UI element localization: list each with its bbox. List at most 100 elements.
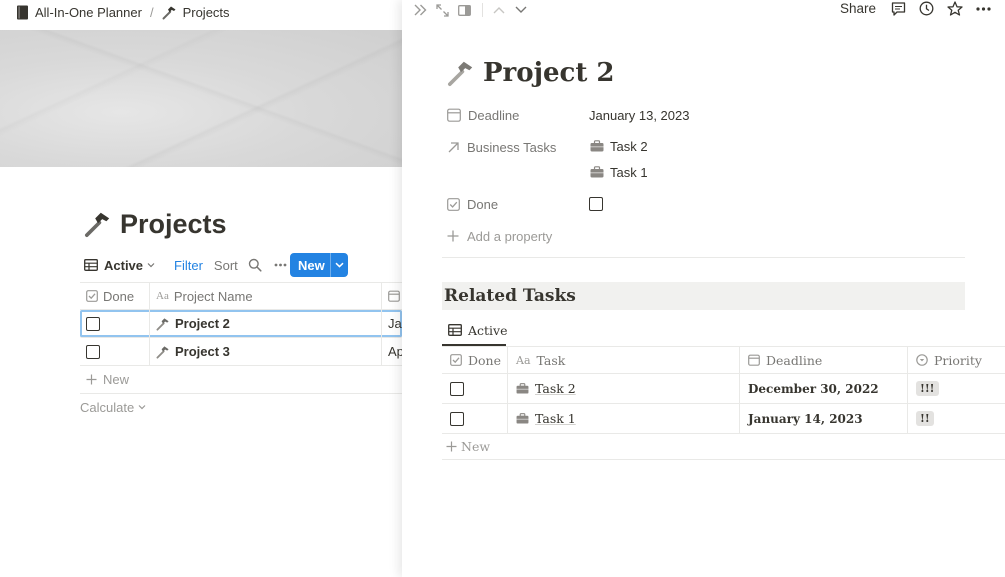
deadline-value[interactable]: January 13, 2023 bbox=[589, 108, 689, 123]
notebook-icon bbox=[16, 5, 29, 20]
comment-icon[interactable] bbox=[891, 1, 906, 16]
database-view-bar: Active Filter Sort New bbox=[84, 253, 402, 277]
task-name[interactable]: Task 1 bbox=[535, 411, 576, 426]
deadline-cell[interactable]: Ja bbox=[382, 310, 402, 337]
table-row[interactable]: Task 1 January 14, 2023 !! bbox=[442, 404, 1005, 434]
relation-item[interactable]: Task 2 bbox=[590, 136, 648, 156]
more-options-icon[interactable] bbox=[274, 263, 287, 267]
table-row[interactable]: Task 2 December 30, 2022 !!! bbox=[442, 374, 1005, 404]
plus-icon bbox=[446, 441, 457, 452]
column-header-done[interactable]: Done bbox=[442, 347, 508, 373]
column-header-deadline[interactable]: Deadline bbox=[740, 347, 908, 373]
breadcrumb-page[interactable]: Projects bbox=[183, 5, 230, 20]
new-button[interactable]: New bbox=[290, 253, 348, 277]
hammer-icon bbox=[156, 317, 170, 331]
checkbox-property-icon bbox=[86, 290, 98, 302]
peek-title-text[interactable]: Project 2 bbox=[483, 58, 615, 88]
calculate-button[interactable]: Calculate bbox=[80, 394, 402, 420]
add-property-button[interactable]: Add a property bbox=[447, 226, 552, 246]
hammer-icon bbox=[447, 59, 475, 87]
property-business-tasks: Business Tasks bbox=[447, 136, 589, 158]
side-peek-icon[interactable] bbox=[458, 4, 471, 16]
priority-badge[interactable]: !!! bbox=[916, 381, 939, 396]
column-header-deadline[interactable] bbox=[382, 283, 402, 309]
table-icon bbox=[448, 324, 462, 336]
hammer-icon bbox=[84, 210, 112, 238]
relation-item[interactable]: Task 1 bbox=[590, 162, 648, 182]
plus-icon bbox=[447, 230, 459, 242]
deadline-cell[interactable]: January 14, 2023 bbox=[740, 404, 908, 433]
close-peek-icon[interactable] bbox=[414, 4, 427, 16]
add-row-button[interactable]: New bbox=[442, 434, 1005, 460]
calendar-icon bbox=[447, 108, 461, 122]
more-options-icon[interactable] bbox=[976, 6, 991, 11]
deadline-cell[interactable]: Ap bbox=[382, 338, 402, 365]
breadcrumb-separator: / bbox=[149, 4, 154, 20]
add-row-button[interactable]: New bbox=[80, 366, 402, 394]
text-property-icon: Aa bbox=[156, 290, 169, 302]
text-property-icon: Aa bbox=[516, 353, 531, 367]
column-header-done[interactable]: Done bbox=[80, 283, 150, 309]
done-checkbox[interactable] bbox=[450, 411, 464, 426]
chevron-down-icon bbox=[138, 404, 146, 410]
priority-badge[interactable]: !! bbox=[916, 411, 934, 426]
done-checkbox[interactable] bbox=[86, 344, 100, 359]
cover-image bbox=[0, 30, 402, 167]
calendar-icon bbox=[748, 354, 760, 366]
peek-page-title: Project 2 bbox=[447, 55, 615, 91]
peek-panel: Share Project 2 Deadline January 13, 202… bbox=[402, 0, 1005, 577]
table-header: Done Aa Task Deadline Priority bbox=[442, 346, 1005, 374]
star-icon[interactable] bbox=[947, 1, 963, 16]
plus-icon bbox=[86, 374, 97, 385]
projects-page: All-In-One Planner / Projects Projects A… bbox=[0, 0, 402, 577]
column-header-project-name[interactable]: Aa Project Name bbox=[150, 283, 382, 309]
peek-topbar: Share bbox=[402, 0, 1005, 22]
chevron-down-icon[interactable] bbox=[331, 262, 348, 268]
search-icon[interactable] bbox=[248, 258, 262, 272]
table-header: Done Aa Project Name bbox=[80, 282, 402, 310]
new-button-label: New bbox=[298, 257, 325, 273]
chevron-up-icon[interactable] bbox=[493, 6, 505, 14]
view-tab-active[interactable]: Active bbox=[442, 316, 508, 346]
chevron-down-icon bbox=[147, 262, 155, 268]
briefcase-icon bbox=[516, 413, 529, 424]
task-name[interactable]: Task 2 bbox=[535, 381, 576, 396]
deadline-cell[interactable]: December 30, 2022 bbox=[740, 374, 908, 403]
checkbox-property-icon bbox=[447, 197, 460, 211]
column-header-priority[interactable]: Priority bbox=[908, 347, 1005, 373]
related-tasks-heading: Related Tasks bbox=[442, 282, 965, 310]
history-icon[interactable] bbox=[919, 1, 934, 16]
property-deadline: Deadline January 13, 2023 bbox=[447, 104, 689, 126]
calendar-icon bbox=[388, 290, 400, 302]
done-checkbox[interactable] bbox=[86, 316, 100, 331]
related-tasks-table: Done Aa Task Deadline Priority Task 2 De… bbox=[442, 346, 1005, 460]
projects-table: Done Aa Project Name Project 2 Ja Projec… bbox=[80, 282, 402, 420]
chevron-down-icon[interactable] bbox=[515, 6, 527, 14]
page-title-text: Projects bbox=[120, 208, 227, 239]
column-header-task[interactable]: Aa Task bbox=[508, 347, 740, 373]
table-icon bbox=[84, 259, 98, 271]
breadcrumb: All-In-One Planner / Projects bbox=[16, 3, 230, 21]
expand-icon[interactable] bbox=[436, 3, 449, 17]
project-name[interactable]: Project 3 bbox=[175, 344, 230, 359]
table-row[interactable]: Project 3 Ap bbox=[80, 338, 402, 366]
done-checkbox[interactable] bbox=[589, 197, 603, 211]
property-done: Done bbox=[447, 193, 603, 215]
briefcase-icon bbox=[590, 166, 604, 178]
checkbox-property-icon bbox=[450, 354, 462, 366]
view-tab-active[interactable]: Active bbox=[84, 258, 155, 273]
briefcase-icon bbox=[516, 383, 529, 394]
breadcrumb-workspace[interactable]: All-In-One Planner bbox=[35, 5, 142, 20]
project-name[interactable]: Project 2 bbox=[175, 316, 230, 331]
share-button[interactable]: Share bbox=[840, 1, 876, 16]
briefcase-icon bbox=[590, 140, 604, 152]
hammer-icon bbox=[162, 5, 177, 20]
relation-arrow-icon bbox=[447, 141, 460, 154]
hammer-icon bbox=[156, 345, 170, 359]
divider bbox=[442, 257, 965, 258]
filter-button[interactable]: Filter bbox=[174, 258, 203, 273]
table-row[interactable]: Project 2 Ja bbox=[80, 310, 402, 338]
done-checkbox[interactable] bbox=[450, 381, 464, 396]
sort-button[interactable]: Sort bbox=[214, 258, 238, 273]
select-property-icon bbox=[916, 354, 928, 366]
